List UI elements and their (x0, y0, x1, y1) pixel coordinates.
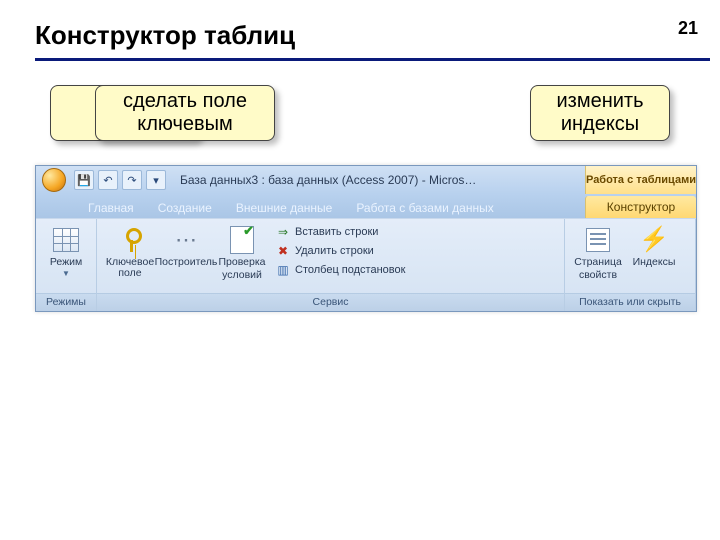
indexes-label: Индексы (633, 257, 676, 268)
lookup-icon: ▥ (275, 262, 291, 278)
slide-number: 21 (678, 18, 698, 39)
tab-create[interactable]: Создание (146, 197, 224, 218)
title-underline (35, 58, 710, 61)
qat-undo[interactable]: ↶ (98, 170, 118, 190)
context-tab-header: Работа с таблицами (585, 166, 696, 194)
builder-button[interactable]: ⋯ Построитель (159, 223, 213, 268)
lookup-column-label: Столбец подстановок (295, 264, 405, 276)
validate-icon (230, 226, 254, 254)
property-sheet-icon (586, 228, 610, 252)
quick-access-toolbar: 💾 ↶ ↷ ▾ (74, 170, 166, 190)
group-title-show: Показать или скрыть (565, 293, 695, 311)
group-tools: Ключевое поле ⋯ Построитель Проверка усл… (97, 219, 565, 311)
tab-design[interactable]: Конструктор (585, 196, 696, 218)
callout-keyfield: сделать поле ключевым (95, 85, 275, 141)
delete-rows-button[interactable]: ✖ Удалить строки (275, 243, 405, 259)
tab-home[interactable]: Главная (76, 197, 146, 218)
view-label: Режим (50, 257, 82, 268)
wand-icon: ⋯ (171, 225, 201, 255)
access-ribbon-window: 💾 ↶ ↷ ▾ База данных3 : база данных (Acce… (35, 165, 697, 312)
primary-key-label: Ключевое поле (103, 257, 157, 279)
qat-customize[interactable]: ▾ (146, 170, 166, 190)
builder-label: Построитель (155, 257, 218, 268)
office-orb-icon (42, 168, 66, 192)
insert-rows-button[interactable]: ⇒ Вставить строки (275, 224, 405, 240)
group-title-tools: Сервис (97, 293, 564, 311)
qat-redo[interactable]: ↷ (122, 170, 142, 190)
callout-line: ключевым (110, 113, 260, 136)
callout-line: индексы (545, 113, 655, 136)
insert-rows-label: Вставить строки (295, 226, 378, 238)
datasheet-icon (53, 228, 79, 252)
ribbon-tabs: Главная Создание Внешние данные Работа с… (36, 194, 696, 218)
props-label-1: Страница (574, 257, 622, 268)
validate-label-1: Проверка (218, 257, 265, 268)
view-button[interactable]: Режим ▼ (42, 223, 90, 278)
lookup-column-button[interactable]: ▥ Столбец подстановок (275, 262, 405, 278)
delete-rows-label: Удалить строки (295, 245, 374, 257)
group-show-hide: Страница свойств ⚡ Индексы Показать или … (565, 219, 696, 311)
window-titlebar: 💾 ↶ ↷ ▾ База данных3 : база данных (Acce… (36, 166, 696, 194)
tab-external-data[interactable]: Внешние данные (224, 197, 345, 218)
qat-save[interactable]: 💾 (74, 170, 94, 190)
callout-line: изменить (545, 90, 655, 113)
lightning-icon: ⚡ (639, 225, 669, 255)
property-sheet-button[interactable]: Страница свойств (571, 223, 625, 281)
callout-indexes: изменить индексы (530, 85, 670, 141)
validate-label-2: условий (222, 270, 262, 281)
callout-line: сделать поле (110, 90, 260, 113)
primary-key-button[interactable]: Ключевое поле (103, 223, 157, 279)
chevron-down-icon: ▼ (62, 270, 70, 278)
props-label-2: свойств (579, 270, 617, 281)
test-validation-button[interactable]: Проверка условий (215, 223, 269, 281)
insert-row-icon: ⇒ (275, 224, 291, 240)
slide-title: Конструктор таблиц (35, 20, 295, 51)
tab-database-tools[interactable]: Работа с базами данных (344, 197, 505, 218)
group-title-views: Режимы (36, 293, 96, 311)
ribbon-groups: Режим ▼ Режимы Ключевое поле ⋯ Построите… (36, 218, 696, 311)
group-views: Режим ▼ Режимы (36, 219, 97, 311)
key-icon (118, 226, 142, 254)
delete-row-icon: ✖ (275, 243, 291, 259)
indexes-button[interactable]: ⚡ Индексы (627, 223, 681, 268)
office-button[interactable] (40, 166, 68, 194)
